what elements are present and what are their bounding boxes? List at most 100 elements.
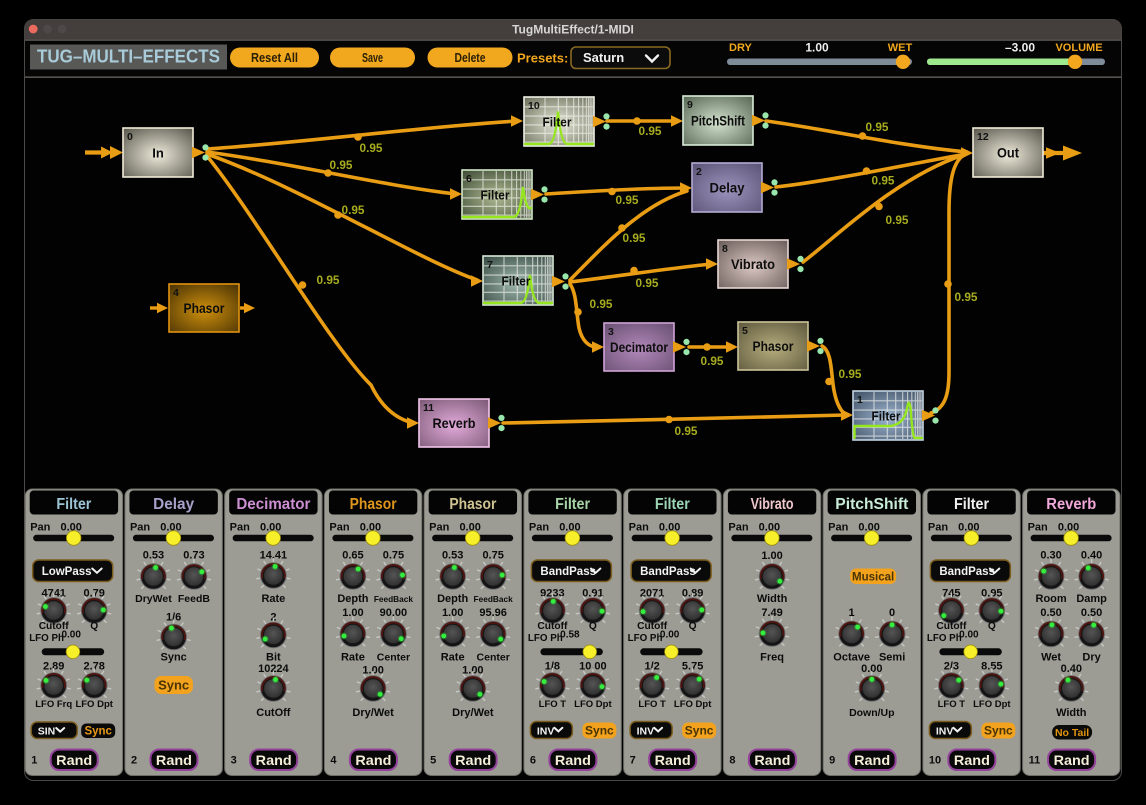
svg-text:Delay: Delay	[710, 180, 745, 196]
svg-text:Phasor: Phasor	[184, 301, 226, 316]
svg-text:Center: Center	[377, 652, 410, 664]
svg-text:8: 8	[729, 755, 735, 767]
svg-text:Pan: Pan	[429, 522, 449, 534]
svg-text:Room: Room	[1036, 593, 1067, 605]
svg-text:FeedBack: FeedBack	[374, 594, 414, 604]
svg-text:Sync: Sync	[685, 724, 714, 738]
svg-text:Q: Q	[90, 621, 98, 632]
svg-text:Rand: Rand	[56, 752, 92, 768]
svg-text:Sync: Sync	[984, 724, 1013, 738]
svg-text:8: 8	[722, 243, 728, 255]
svg-text:Freq: Freq	[760, 652, 784, 664]
svg-text:In: In	[152, 146, 164, 161]
svg-text:LFO T: LFO T	[539, 699, 567, 710]
svg-text:Pan: Pan	[30, 522, 50, 534]
svg-text:7: 7	[630, 755, 636, 767]
svg-text:2: 2	[696, 166, 702, 178]
svg-text:0.00: 0.00	[959, 630, 979, 641]
svg-text:Q: Q	[689, 621, 697, 632]
svg-text:Depth: Depth	[437, 593, 468, 605]
svg-text:0.00: 0.00	[660, 630, 680, 641]
svg-text:LFO Dpt: LFO Dpt	[75, 699, 113, 710]
svg-text:LFO T: LFO T	[938, 699, 966, 710]
svg-text:0.95: 0.95	[639, 124, 662, 138]
svg-text:6: 6	[466, 173, 472, 185]
svg-text:Rate: Rate	[441, 652, 465, 664]
svg-text:Phasor: Phasor	[449, 496, 496, 513]
svg-text:Pan: Pan	[130, 522, 150, 534]
svg-text:LFO Ph: LFO Ph	[628, 633, 663, 644]
svg-text:0.95: 0.95	[330, 158, 353, 172]
svg-text:WET: WET	[888, 42, 913, 54]
svg-text:Bit: Bit	[266, 652, 281, 664]
svg-text:0.95: 0.95	[872, 174, 895, 188]
svg-text:2: 2	[131, 755, 137, 767]
svg-text:Down/Up: Down/Up	[849, 707, 895, 719]
svg-text:PitchShift: PitchShift	[835, 496, 908, 513]
svg-text:Q: Q	[988, 621, 996, 632]
svg-text:Filter: Filter	[872, 409, 901, 424]
svg-text:Rand: Rand	[655, 752, 691, 768]
svg-text:Decimator: Decimator	[236, 496, 310, 513]
svg-text:–3.00: –3.00	[1005, 41, 1035, 55]
svg-text:0.00: 0.00	[61, 630, 81, 641]
svg-text:Octave: Octave	[833, 652, 870, 664]
svg-text:Dry/Wet: Dry/Wet	[452, 707, 494, 719]
svg-text:4: 4	[330, 755, 337, 767]
svg-text:0.95: 0.95	[866, 120, 889, 134]
svg-text:Pan: Pan	[728, 522, 748, 534]
svg-text:3: 3	[608, 326, 614, 338]
svg-text:9: 9	[687, 99, 693, 111]
svg-text:Sync: Sync	[84, 726, 112, 738]
svg-text:Dry/Wet: Dry/Wet	[352, 707, 394, 719]
svg-text:0.95: 0.95	[839, 367, 862, 381]
svg-text:TugMultiEffect/1-MIDI: TugMultiEffect/1-MIDI	[512, 23, 634, 37]
svg-text:Delay: Delay	[153, 496, 194, 513]
svg-text:Sync: Sync	[585, 724, 614, 738]
svg-text:Rate: Rate	[341, 652, 365, 664]
svg-text:Rand: Rand	[555, 752, 591, 768]
svg-text:Semi: Semi	[879, 652, 905, 664]
svg-text:Dry: Dry	[1082, 652, 1101, 664]
svg-text:12: 12	[977, 131, 989, 143]
svg-text:Reset All: Reset All	[251, 51, 298, 65]
svg-text:VOLUME: VOLUME	[1055, 42, 1102, 54]
svg-text:LowPass: LowPass	[42, 566, 92, 578]
svg-text:Wet: Wet	[1041, 652, 1061, 664]
svg-text:Width: Width	[757, 593, 788, 605]
svg-text:Pan: Pan	[629, 522, 649, 534]
svg-text:10: 10	[528, 100, 540, 112]
svg-text:10: 10	[929, 755, 941, 767]
svg-text:Damp: Damp	[1076, 593, 1107, 605]
svg-text:Rand: Rand	[256, 752, 292, 768]
svg-text:Sync: Sync	[158, 678, 189, 693]
svg-text:CutOff: CutOff	[256, 707, 291, 719]
svg-text:Rand: Rand	[854, 752, 890, 768]
svg-text:6: 6	[530, 755, 536, 767]
svg-text:Musical: Musical	[852, 572, 894, 584]
svg-text:Phasor: Phasor	[753, 339, 795, 354]
svg-text:BandPass: BandPass	[540, 566, 596, 578]
svg-text:BandPass: BandPass	[640, 566, 696, 578]
svg-text:Pan: Pan	[230, 522, 250, 534]
svg-text:Save: Save	[362, 51, 383, 65]
svg-text:Rand: Rand	[156, 752, 192, 768]
svg-text:Q: Q	[589, 621, 597, 632]
svg-text:5: 5	[742, 325, 748, 337]
svg-text:Decimator: Decimator	[610, 340, 669, 355]
svg-text:0.95: 0.95	[955, 290, 978, 304]
svg-text:PitchShift: PitchShift	[691, 114, 745, 129]
svg-text:Vibrato: Vibrato	[751, 496, 794, 513]
svg-text:9: 9	[829, 755, 835, 767]
svg-text:0.95: 0.95	[590, 297, 613, 311]
svg-text:Pan: Pan	[329, 522, 349, 534]
svg-text:5: 5	[430, 755, 436, 767]
svg-text:0.95: 0.95	[317, 273, 340, 287]
svg-text:0.95: 0.95	[701, 354, 724, 368]
svg-text:Filter: Filter	[481, 188, 510, 203]
svg-text:Filter: Filter	[502, 274, 531, 289]
svg-text:Rand: Rand	[754, 752, 790, 768]
svg-text:0.58: 0.58	[560, 630, 580, 641]
svg-text:LFO Frq: LFO Frq	[35, 699, 72, 710]
svg-text:Rand: Rand	[954, 752, 990, 768]
